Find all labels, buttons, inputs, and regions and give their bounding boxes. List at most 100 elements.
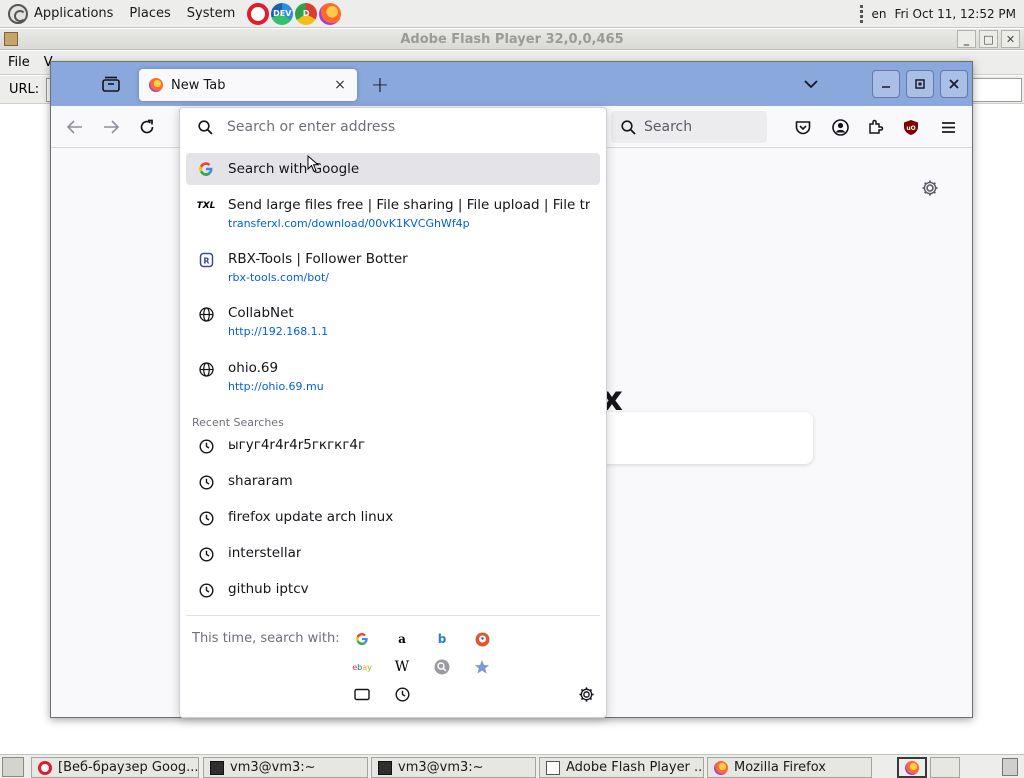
show-desktop-button[interactable] xyxy=(2,756,24,777)
taskbar-item-label: vm3@vm3:~ xyxy=(230,760,316,775)
globe-icon xyxy=(198,306,214,322)
recent-search-item[interactable]: interstellar xyxy=(186,545,600,562)
firefox-close-button[interactable] xyxy=(940,70,968,98)
urlbar-result-url: rbx-tools.com/bot/ xyxy=(228,271,329,284)
maximize-icon xyxy=(915,79,925,89)
list-all-tabs-button[interactable] xyxy=(801,74,821,94)
extensions-button[interactable] xyxy=(864,115,888,139)
bookmarks-star-icon[interactable] xyxy=(474,659,490,675)
firefox-favicon-icon xyxy=(149,78,163,92)
google-engine-icon[interactable] xyxy=(354,631,370,647)
firefox-view-button[interactable] xyxy=(99,72,123,96)
firefox-minimize-button[interactable] xyxy=(872,70,900,98)
recent-search-item[interactable]: ыгуг4r4r4r5гкгкг4г xyxy=(186,437,600,454)
flash-close-button[interactable]: ✕ xyxy=(1001,30,1020,48)
urlbar-result-title: Search with Google xyxy=(228,161,360,177)
opera-icon[interactable] xyxy=(247,2,270,25)
applications-menu[interactable]: Applications xyxy=(0,0,121,28)
wikipedia-engine-icon[interactable]: W xyxy=(394,659,410,675)
urlbar-result-url: transferxl.com/download/00vK1KVCGhWf4p xyxy=(228,217,470,230)
chrome-dev-icon[interactable]: D xyxy=(295,2,318,25)
clock-icon xyxy=(394,686,410,702)
urlbar-result[interactable]: Search with Google xyxy=(186,153,600,185)
recent-search-item[interactable]: github iptcv xyxy=(186,581,600,598)
search-settings-button[interactable] xyxy=(577,685,595,703)
urlbar-dropdown: Search or enter address Search with Goog… xyxy=(179,107,607,718)
recent-searches-label: Recent Searches xyxy=(192,416,284,429)
taskbar-item-opera[interactable]: [Веб-браузер Goog... xyxy=(31,757,199,778)
taskbar-item-terminal[interactable]: vm3@vm3:~ xyxy=(203,757,368,778)
taskbar-item-label: Mozilla Firefox xyxy=(734,760,826,775)
recent-search-item[interactable]: firefox update arch linux xyxy=(186,509,600,526)
search-engine-icon[interactable] xyxy=(434,659,450,675)
gnome-foot-icon xyxy=(8,3,28,24)
edge-dev-icon[interactable]: DEV xyxy=(271,2,294,25)
clock[interactable]: Fri Oct 11, 12:52 PM xyxy=(894,7,1016,21)
urlbar-result[interactable]: CollabNet http://192.168.1.1 xyxy=(186,305,600,338)
forward-button[interactable] xyxy=(99,115,123,139)
urlbar-result-title: CollabNet xyxy=(228,305,294,321)
history-search-button[interactable] xyxy=(393,685,411,703)
recent-search-text: github iptcv xyxy=(228,581,309,597)
svg-text:R: R xyxy=(203,257,209,266)
workspace-switcher-2[interactable] xyxy=(930,757,960,778)
flash-window-titlebar[interactable]: Adobe Flash Player 32,0,0,465 _ □ ✕ xyxy=(0,29,1024,50)
flash-menu-file[interactable]: File xyxy=(8,55,30,70)
urlbar-result[interactable]: TXL Send large files free | File sharing… xyxy=(186,197,600,230)
taskbar-item-flash[interactable]: Adobe Flash Player ... xyxy=(539,757,704,778)
flash-maximize-button[interactable]: □ xyxy=(979,30,998,48)
pocket-button[interactable] xyxy=(791,115,815,139)
account-icon xyxy=(831,118,849,136)
svg-text:uO: uO xyxy=(906,125,915,132)
tab-close-icon[interactable]: × xyxy=(331,76,349,94)
flash-window-title: Adobe Flash Player 32,0,0,465 xyxy=(400,31,624,47)
urlbar-result[interactable]: ohio.69 http://ohio.69.mu xyxy=(186,360,600,393)
flash-url-label: URL: xyxy=(9,82,40,97)
taskbar-item-firefox[interactable]: Mozilla Firefox xyxy=(707,757,872,778)
terminal-icon xyxy=(210,760,224,775)
gear-icon xyxy=(578,686,594,702)
amazon-engine-icon[interactable]: a xyxy=(394,631,410,647)
system-menu[interactable]: System xyxy=(179,0,243,28)
taskbar-item-terminal[interactable]: vm3@vm3:~ xyxy=(371,757,536,778)
flash-app-icon xyxy=(4,32,18,46)
ublock-origin-button[interactable]: uO xyxy=(899,115,923,139)
places-menu[interactable]: Places xyxy=(121,0,178,28)
forward-arrow-icon xyxy=(104,120,119,134)
tab-icon xyxy=(354,688,370,700)
flash-minimize-button[interactable]: _ xyxy=(957,30,976,48)
account-button[interactable] xyxy=(828,115,852,139)
urlbar-result[interactable]: R RBX-Tools | Follower Botter rbx-tools.… xyxy=(186,251,600,284)
taskbar-item-label: [Веб-браузер Goog... xyxy=(58,760,199,775)
new-tab-settings-button[interactable] xyxy=(921,179,941,199)
tabs-search-button[interactable] xyxy=(353,685,371,703)
toolbar-search-box[interactable]: Search xyxy=(611,111,767,143)
new-tab-search-box[interactable] xyxy=(599,412,813,464)
oneoff-search-label: This time, search with: xyxy=(192,631,340,646)
keyboard-layout[interactable]: en xyxy=(871,7,886,21)
address-bar-input[interactable]: Search or enter address xyxy=(180,108,606,146)
urlbar-result-url: http://ohio.69.mu xyxy=(228,380,324,393)
urlbar-result-title: RBX-Tools | Follower Botter xyxy=(228,251,408,267)
tab-new-tab[interactable]: New Tab × xyxy=(139,69,357,101)
firefox-view-icon xyxy=(102,76,120,92)
ebay-engine-icon[interactable]: ebay xyxy=(352,659,372,675)
trash-icon[interactable] xyxy=(1002,758,1018,776)
app-menu-button[interactable] xyxy=(936,115,960,139)
back-button[interactable] xyxy=(63,115,87,139)
toolbar-search-placeholder: Search xyxy=(644,119,693,135)
reload-button[interactable] xyxy=(135,115,159,139)
taskbar-item-label: Adobe Flash Player ... xyxy=(566,760,704,775)
recent-search-item[interactable]: shararam xyxy=(186,473,600,490)
panel-handle-icon xyxy=(860,4,864,23)
clock-icon xyxy=(198,582,214,598)
workspace-switcher-1[interactable] xyxy=(897,757,927,778)
new-tab-button[interactable]: + xyxy=(369,73,391,98)
firefox-icon[interactable] xyxy=(319,2,342,25)
urlbar-result-title: Send large files free | File sharing | F… xyxy=(228,197,590,213)
bing-engine-icon[interactable]: b xyxy=(434,631,450,647)
window-icon xyxy=(546,760,560,775)
duckduckgo-engine-icon[interactable] xyxy=(474,631,490,647)
oneoff-divider xyxy=(186,615,600,616)
firefox-maximize-button[interactable] xyxy=(906,70,934,98)
